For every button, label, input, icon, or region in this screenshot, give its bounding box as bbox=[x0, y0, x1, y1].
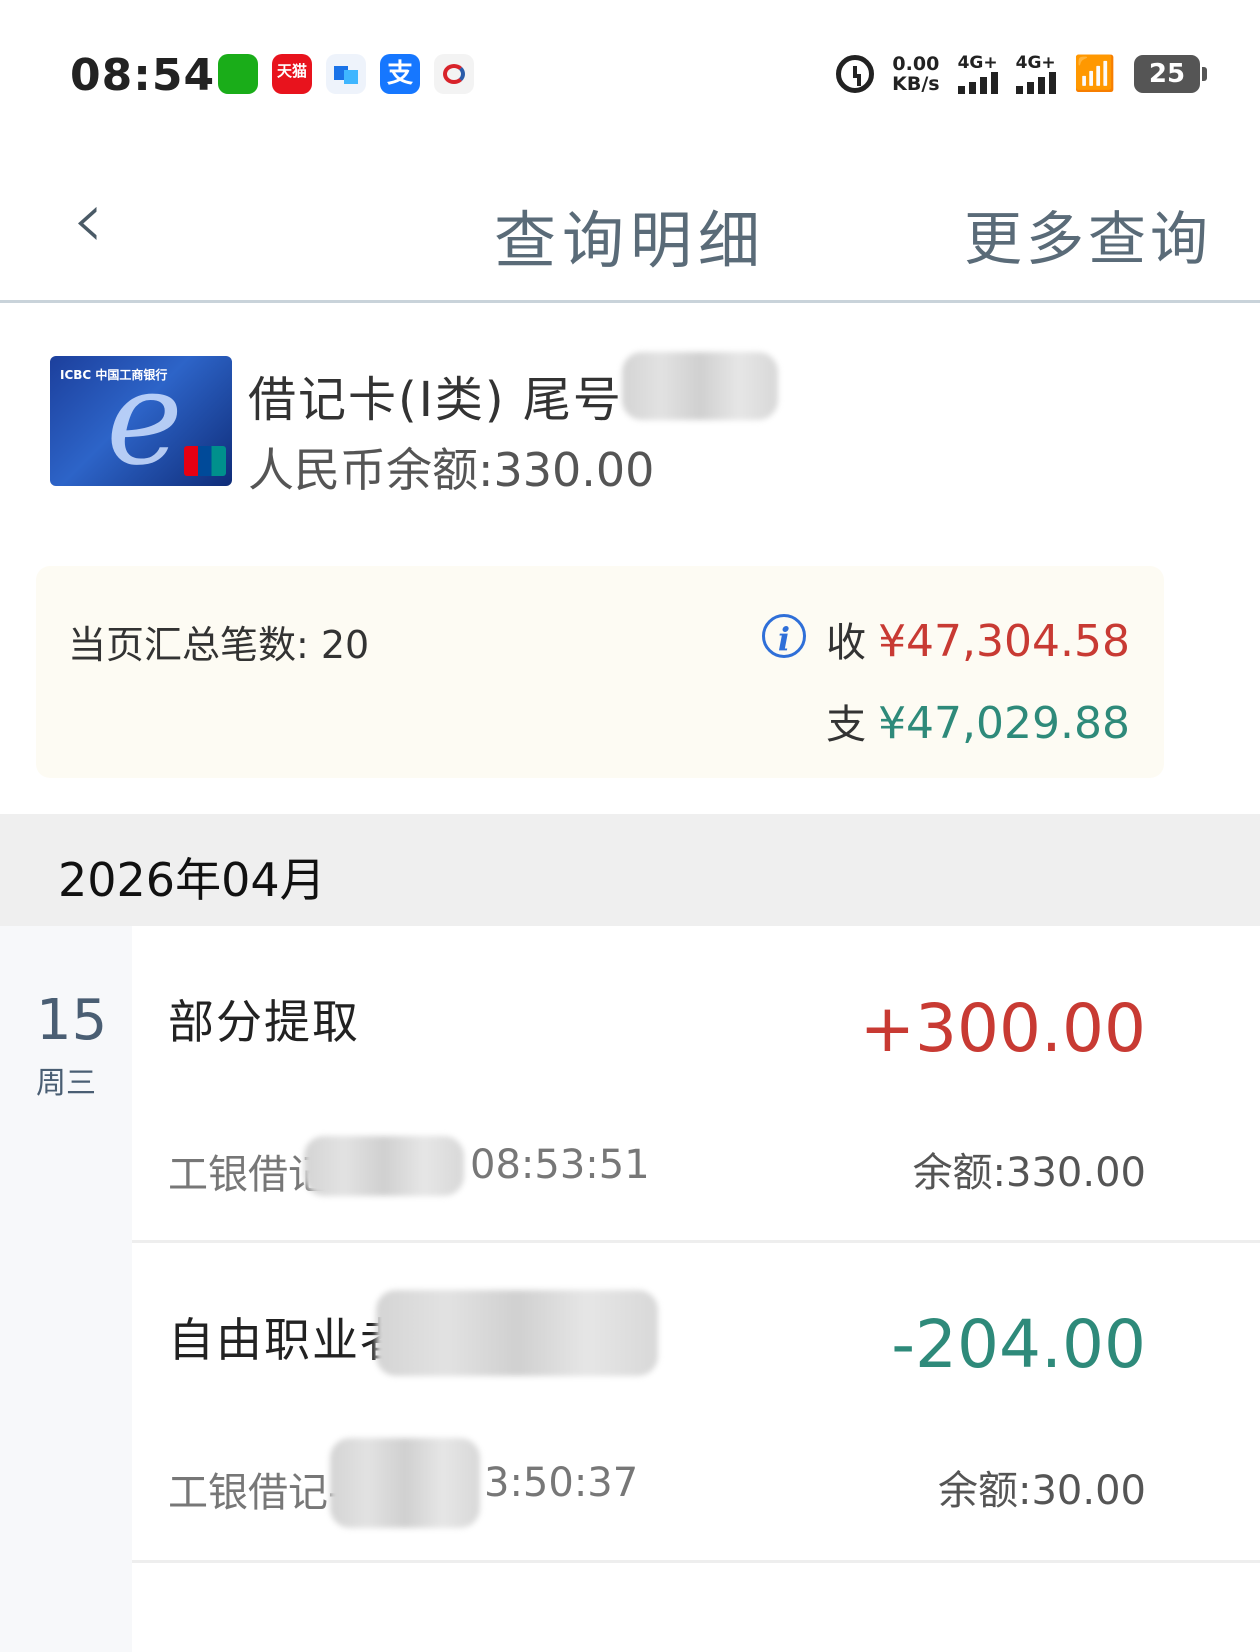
income-label: 收 bbox=[826, 620, 867, 666]
card-e-emblem: e bbox=[106, 356, 183, 486]
masked-counterparty bbox=[376, 1290, 658, 1376]
transaction-title: 自由职业者 bbox=[168, 1313, 408, 1367]
battery-icon: 25 bbox=[1134, 55, 1207, 93]
more-query-button[interactable]: 更多查询 bbox=[964, 192, 1212, 276]
transaction-account: 工银借记- bbox=[168, 1470, 343, 1516]
transaction-title: 部分提取 bbox=[168, 995, 360, 1049]
status-bar: 08:54 天猫 支 0.00 KB/s 4G+ 4G+ 📶 25 bbox=[0, 0, 1260, 150]
row-divider bbox=[132, 1560, 1260, 1563]
card-name: 借记卡(Ⅰ类) 尾号 bbox=[248, 372, 623, 428]
summary-income: 收 ¥47,304.58 bbox=[826, 610, 1130, 668]
card-balance: 人民币余额:330.00 bbox=[248, 443, 655, 497]
month-header: 2026年04月 bbox=[0, 814, 1260, 926]
weekday-label: 周三 bbox=[36, 1066, 96, 1101]
status-time: 08:54 bbox=[70, 50, 216, 101]
signal-2-label: 4G+ bbox=[1015, 53, 1056, 73]
network-speed-unit: KB/s bbox=[892, 73, 940, 95]
transaction-balance: 余额:330.00 bbox=[912, 1150, 1146, 1196]
month-label: 2026年04月 bbox=[58, 853, 326, 907]
income-amount: ¥47,304.58 bbox=[878, 616, 1130, 667]
unionpay-logo bbox=[184, 446, 226, 476]
page-summary: 当页汇总笔数: 20 i 收 ¥47,304.58 支 ¥47,029.88 bbox=[36, 566, 1164, 778]
nav-bar: ‹ 查询明细 更多查询 bbox=[0, 150, 1260, 303]
masked-account bbox=[330, 1438, 480, 1528]
transaction-time: 08:53:51 bbox=[470, 1142, 650, 1188]
info-icon[interactable]: i bbox=[762, 614, 806, 658]
network-speed-value: 0.00 bbox=[892, 53, 940, 75]
network-speed: 0.00 KB/s bbox=[892, 54, 939, 94]
bank-card-image: ICBC 中国工商银行 e bbox=[50, 356, 232, 486]
wechat-icon bbox=[218, 54, 258, 94]
row-divider bbox=[132, 1240, 1260, 1243]
alarm-icon bbox=[836, 55, 875, 93]
alipay-icon: 支 bbox=[380, 54, 420, 94]
masked-account bbox=[304, 1136, 464, 1196]
signal-bars-icon bbox=[1015, 72, 1056, 94]
signal-2: 4G+ bbox=[1015, 53, 1056, 94]
wifi-icon: 📶 bbox=[1073, 54, 1116, 94]
transaction-amount: +300.00 bbox=[859, 990, 1146, 1067]
transaction-amount: -204.00 bbox=[891, 1306, 1146, 1383]
blue-app-icon bbox=[326, 54, 366, 94]
transaction-balance: 余额:30.00 bbox=[938, 1468, 1146, 1514]
day-number: 15 bbox=[36, 988, 108, 1053]
masked-card-number bbox=[622, 352, 778, 420]
expense-amount: ¥47,029.88 bbox=[878, 698, 1130, 749]
expense-label: 支 bbox=[826, 702, 867, 748]
transaction-time: 3:50:37 bbox=[484, 1460, 639, 1506]
system-icons: 0.00 KB/s 4G+ 4G+ 📶 25 bbox=[836, 48, 1207, 100]
tmall-icon: 天猫 bbox=[272, 54, 312, 94]
summary-expense: 支 ¥47,029.88 bbox=[826, 692, 1130, 750]
signal-1: 4G+ bbox=[957, 53, 998, 94]
summary-count: 当页汇总笔数: 20 bbox=[68, 623, 370, 667]
china-mobile-icon bbox=[434, 54, 474, 94]
signal-bars-icon bbox=[957, 72, 998, 94]
signal-1-label: 4G+ bbox=[957, 53, 998, 73]
